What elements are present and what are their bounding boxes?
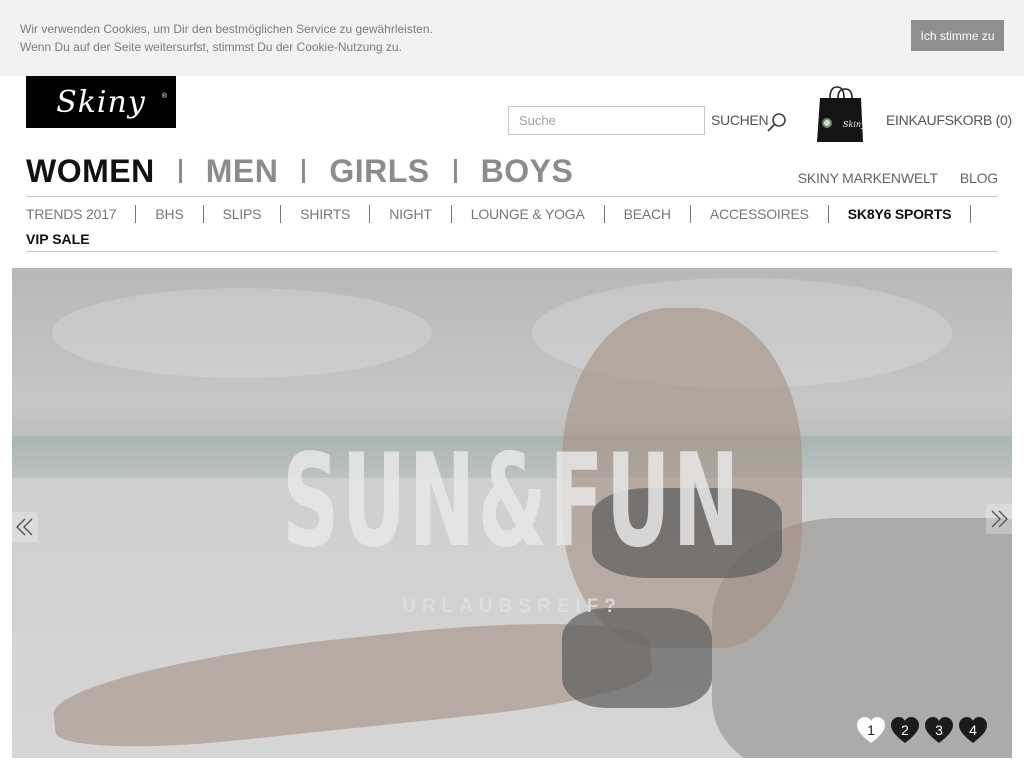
category-vip-sale[interactable]: VIP SALE [26,231,90,247]
category-separator [970,205,972,223]
slider-next-button[interactable] [986,504,1012,534]
blog-link[interactable]: BLOG [960,170,998,186]
markenwelt-link[interactable]: SKINY MARKENWELT [798,170,938,186]
slider-prev-button[interactable] [12,512,38,542]
main-nav-women[interactable]: WOMEN [26,153,155,190]
category-separator [369,205,371,223]
main-nav-boys[interactable]: BOYS [481,153,574,190]
search-input[interactable] [508,106,705,135]
category-accessoires[interactable]: ACCESSOIRES [710,206,809,222]
slide-dot-1[interactable]: 1 [856,716,886,744]
main-nav-separator [302,159,306,183]
double-chevron-right-icon [991,510,1008,528]
category-lounge-yoga[interactable]: LOUNGE & YOGA [471,206,585,222]
search-button[interactable]: SUCHEN [711,109,788,132]
cookie-message-line-2: Wenn Du auf der Seite weitersurfst, stim… [20,40,402,54]
category-separator [603,205,605,223]
category-beach[interactable]: BEACH [624,206,671,222]
hero-slider: SUN&FUN URLAUBSREIF? 1 2 3 4 [12,268,1012,758]
category-bhs[interactable]: BHS [155,206,183,222]
main-nav-girls[interactable]: GIRLS [329,153,429,190]
skiny-logo[interactable]: Skiny ® [26,76,176,128]
cart-link[interactable]: EINKAUFSKORB (0) [886,112,1012,128]
category-separator [280,205,282,223]
category-slips[interactable]: SLIPS [223,206,262,222]
category-trends-2017[interactable]: TRENDS 2017 [26,206,117,222]
category-nav: TRENDS 2017 BHS SLIPS SHIRTS NIGHT LOUNG… [26,204,990,224]
logo-registered-mark: ® [161,93,167,100]
slide-dot-label: 1 [867,722,875,738]
category-separator [135,205,137,223]
double-chevron-left-icon [16,518,33,536]
slide-dot-label: 2 [901,722,909,738]
cookie-message: Wir verwenden Cookies, um Dir den bestmö… [20,20,433,56]
category-sk8y6-sports[interactable]: SK8Y6 SPORTS [848,206,952,222]
main-nav-separator [453,159,457,183]
search-icon [767,113,787,132]
category-shirts[interactable]: SHIRTS [300,206,350,222]
slide-dot-3[interactable]: 3 [924,716,954,744]
slider-pagination: 1 2 3 4 [856,716,988,744]
category-separator [689,205,691,223]
slide-dot-label: 4 [969,722,977,738]
category-separator [202,205,204,223]
cookie-message-line-1: Wir verwenden Cookies, um Dir den bestmö… [20,22,433,36]
hero-subline: URLAUBSREIF? [402,596,622,617]
cookie-bar: Wir verwenden Cookies, um Dir den bestmö… [0,0,1024,76]
svg-text:Skiny: Skiny [843,120,865,129]
nav-divider [26,196,998,197]
shopping-bag-icon[interactable]: Skiny [815,86,865,144]
cookie-accept-button[interactable]: Ich stimme zu [911,20,1004,51]
main-nav: WOMEN MEN GIRLS BOYS [26,150,573,192]
category-separator [827,205,829,223]
category-divider [26,251,998,252]
slide-dot-label: 3 [935,722,943,738]
category-night[interactable]: NIGHT [389,206,432,222]
brand-links: SKINY MARKENWELT BLOG [798,170,999,186]
slide-dot-2[interactable]: 2 [890,716,920,744]
main-nav-men[interactable]: MEN [206,153,279,190]
search-button-label: SUCHEN [711,112,769,128]
main-nav-separator [178,159,182,183]
hero-headline: SUN&FUN [282,427,742,576]
category-separator [450,205,452,223]
slide-dot-4[interactable]: 4 [958,716,988,744]
logo-text: Skiny [56,84,146,120]
